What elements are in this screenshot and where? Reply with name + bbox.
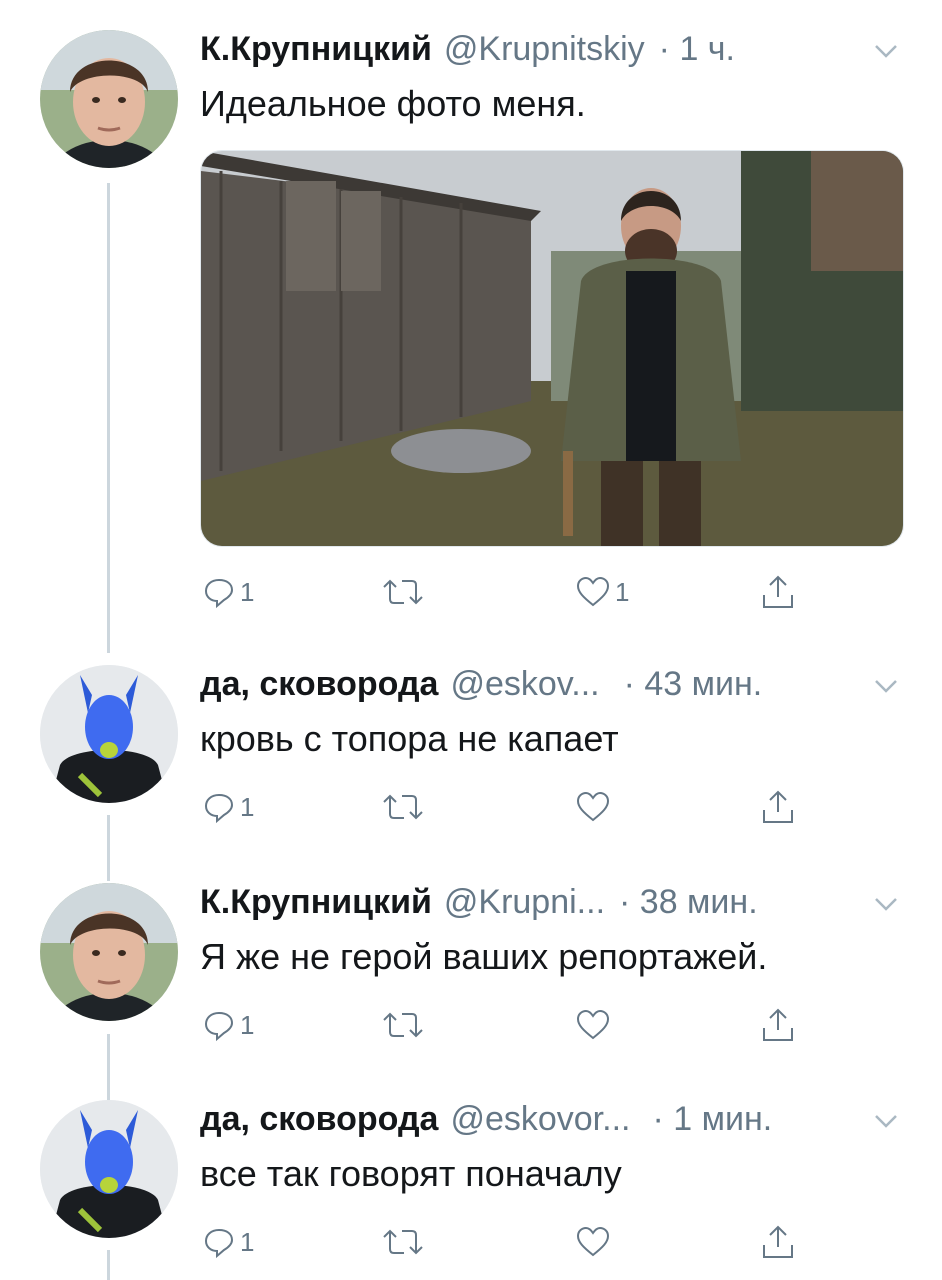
timestamp[interactable]: · 1 ч. bbox=[659, 30, 735, 69]
chevron-down-icon[interactable] bbox=[870, 1110, 902, 1134]
share-icon bbox=[763, 1225, 793, 1258]
tweet[interactable]: К.Крупницкий @Krupnitskiy · 1 ч. Идеальн… bbox=[0, 30, 942, 630]
tweet[interactable]: да, сковорода @eskov... · 43 мин. кровь … bbox=[0, 665, 942, 845]
reply-icon bbox=[204, 793, 234, 824]
heart-icon bbox=[576, 1009, 610, 1040]
tweet-header: да, сковорода @eskovor... · 1 мин. bbox=[200, 1100, 902, 1150]
author-name[interactable]: да, сковорода bbox=[200, 1100, 438, 1139]
retweet-icon bbox=[383, 579, 423, 605]
timestamp[interactable]: · 38 мин. bbox=[619, 883, 758, 922]
author-handle[interactable]: @Krupnitskiy bbox=[444, 30, 645, 69]
retweet-icon bbox=[383, 1012, 423, 1038]
reply-button[interactable]: 1 bbox=[202, 570, 254, 614]
author-name[interactable]: да, сковорода bbox=[200, 665, 438, 704]
tweet-header: К.Крупницкий @Krupni... · 38 мин. bbox=[200, 883, 902, 933]
retweet-button[interactable] bbox=[380, 1220, 426, 1264]
timestamp[interactable]: · 43 мин. bbox=[624, 665, 763, 704]
share-icon bbox=[763, 1008, 793, 1041]
share-button[interactable] bbox=[760, 570, 796, 614]
retweet-button[interactable] bbox=[380, 785, 426, 829]
tweet-text: Я же не герой ваших репортажей. bbox=[200, 936, 768, 977]
author-handle[interactable]: @eskov... bbox=[450, 665, 599, 704]
timestamp[interactable]: · 1 мин. bbox=[652, 1100, 772, 1139]
chevron-down-icon[interactable] bbox=[870, 675, 902, 699]
avatar[interactable] bbox=[40, 883, 178, 1021]
heart-icon bbox=[576, 576, 610, 607]
reply-button[interactable]: 1 bbox=[202, 785, 254, 829]
avatar-image bbox=[40, 665, 178, 803]
retweet-button[interactable] bbox=[380, 570, 426, 614]
reply-count: 1 bbox=[240, 1226, 255, 1257]
tweet-actions: 1 bbox=[200, 1220, 820, 1264]
heart-icon bbox=[576, 1226, 610, 1257]
avatar-photo bbox=[40, 30, 178, 168]
share-button[interactable] bbox=[760, 1003, 796, 1047]
avatar-image bbox=[40, 1100, 178, 1238]
author-name[interactable]: К.Крупницкий bbox=[200, 30, 432, 69]
retweet-icon bbox=[383, 794, 423, 820]
reply-icon bbox=[204, 1228, 234, 1259]
tweet-text: кровь с топора не капает bbox=[200, 718, 619, 759]
tweet[interactable]: К.Крупницкий @Krupni... · 38 мин. Я же н… bbox=[0, 883, 942, 1063]
reply-count: 1 bbox=[240, 791, 255, 822]
tweet-text: Идеальное фото меня. bbox=[200, 83, 586, 124]
chevron-down-icon[interactable] bbox=[870, 40, 902, 64]
reply-icon bbox=[204, 578, 234, 609]
reply-count: 1 bbox=[240, 1009, 255, 1040]
author-handle[interactable]: @Krupni... bbox=[444, 883, 605, 922]
retweet-button[interactable] bbox=[380, 1003, 426, 1047]
reply-icon bbox=[204, 1011, 234, 1042]
tweet-text: все так говорят поначалу bbox=[200, 1153, 622, 1194]
like-count: 1 bbox=[615, 576, 630, 607]
reply-button[interactable]: 1 bbox=[202, 1003, 254, 1047]
like-button[interactable]: 1 bbox=[575, 570, 629, 614]
author-name[interactable]: К.Крупницкий bbox=[200, 883, 432, 922]
avatar[interactable] bbox=[40, 665, 178, 803]
share-button[interactable] bbox=[760, 785, 796, 829]
like-button[interactable] bbox=[575, 1220, 611, 1264]
avatar[interactable] bbox=[40, 30, 178, 168]
tweet-header: К.Крупницкий @Krupnitskiy · 1 ч. bbox=[200, 30, 902, 80]
share-button[interactable] bbox=[760, 1220, 796, 1264]
like-button[interactable] bbox=[575, 785, 611, 829]
tweet-actions: 1 bbox=[200, 1003, 820, 1047]
reply-count: 1 bbox=[240, 576, 255, 607]
author-handle[interactable]: @eskovor... bbox=[450, 1100, 630, 1139]
chevron-down-icon[interactable] bbox=[870, 893, 902, 917]
tweet-photo[interactable] bbox=[200, 150, 904, 547]
avatar-photo bbox=[40, 883, 178, 1021]
heart-icon bbox=[576, 791, 610, 822]
photo-image bbox=[201, 151, 903, 546]
tweet-actions: 1 bbox=[200, 785, 820, 829]
tweet-header: да, сковорода @eskov... · 43 мин. bbox=[200, 665, 902, 715]
reply-button[interactable]: 1 bbox=[202, 1220, 254, 1264]
retweet-icon bbox=[383, 1229, 423, 1255]
like-button[interactable] bbox=[575, 1003, 611, 1047]
share-icon bbox=[763, 575, 793, 608]
tweet[interactable]: да, сковорода @eskovor... · 1 мин. все т… bbox=[0, 1100, 942, 1280]
share-icon bbox=[763, 790, 793, 823]
avatar[interactable] bbox=[40, 1100, 178, 1238]
tweet-actions: 1 1 bbox=[200, 570, 820, 614]
